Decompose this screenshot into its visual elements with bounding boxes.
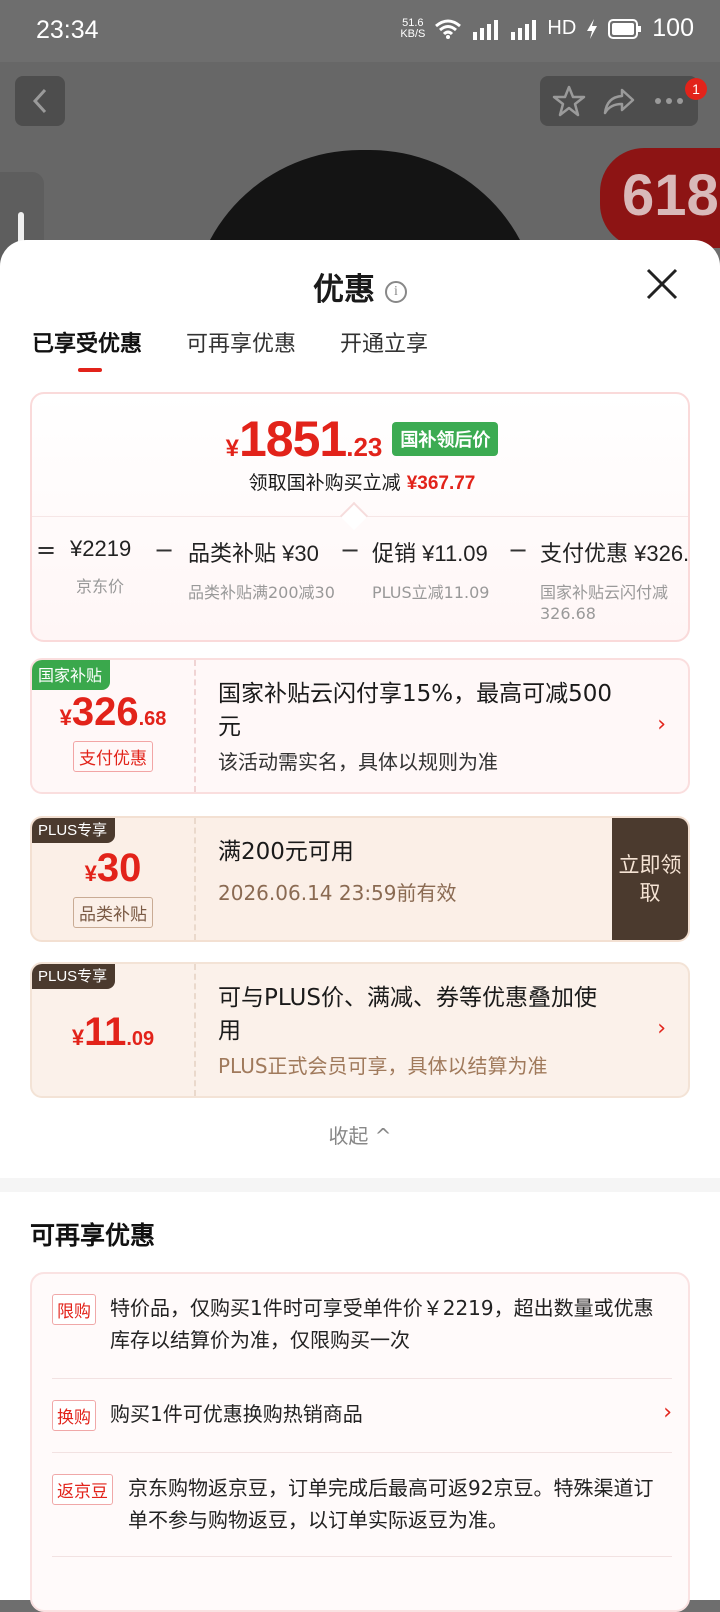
section-divider [0, 1178, 720, 1192]
breakdown-operator: − [340, 536, 361, 564]
jd-beans-tag: 返京豆 [52, 1474, 113, 1505]
coupon-type-tag: 品类补贴 [73, 897, 153, 928]
subsidy-price-tag: 国补领后价 [392, 422, 499, 456]
price-breakdown: = ¥2219 京东价 − 品类补贴 ¥30 品类补贴满200减30 − 促销 … [32, 536, 690, 636]
status-time: 23:34 [36, 16, 99, 44]
coupon-amount: ¥326.68 [59, 690, 167, 734]
divider [52, 1378, 672, 1379]
divider [52, 1556, 672, 1557]
more-icon[interactable] [652, 84, 686, 118]
chevron-right-icon: › [657, 712, 666, 737]
tab-more-offers[interactable]: 可再享优惠 [186, 326, 296, 372]
breakdown-item: 支付优惠 ¥326.68 国家补贴云闪付减326.68 [540, 541, 690, 623]
chevron-right-icon: › [657, 1016, 666, 1041]
promo-618-sticker: 618 [600, 148, 720, 248]
battery-level: 100 [652, 14, 694, 42]
share-icon[interactable] [602, 84, 636, 118]
info-icon[interactable]: i [385, 280, 407, 303]
offers-sheet: 优惠 i 已享受优惠 可再享优惠 开通立享 ¥1851.23 国补领后价 领取国补购… [0, 240, 720, 1612]
tab-activate-offers[interactable]: 开通立享 [340, 326, 428, 372]
plus-exclusive-badge: PLUS专享 [32, 818, 116, 843]
breakdown-item: 品类补贴 ¥30 品类补贴满200减30 [188, 541, 335, 602]
coupon-details: 可与PLUS价、满减、券等优惠叠加使用 PLUS正式会员可享，具体以结算为准 [218, 985, 597, 1078]
coupon-plus-discount[interactable]: ¥11.09 PLUS专享 可与PLUS价、满减、券等优惠叠加使用 PLUS正式… [30, 962, 690, 1098]
coupon-type-tag: 支付优惠 [73, 741, 153, 772]
trade-in-tag: 换购 [52, 1400, 96, 1431]
breakdown-item: 促销 ¥11.09 PLUS立减11.09 [372, 541, 490, 602]
plus-exclusive-badge: PLUS专享 [32, 964, 116, 989]
message-badge: 1 [685, 78, 707, 100]
close-icon[interactable] [644, 266, 680, 302]
coupon-amount: ¥30 [84, 846, 142, 890]
more-offers-title: 可再享优惠 [30, 1221, 156, 1250]
top-actions-bar [540, 76, 698, 126]
coupon-national-subsidy[interactable]: ¥326.68 支付优惠 国家补贴 国家补贴云闪付享15%，最高可减500元 该… [30, 658, 690, 794]
list-item-jd-beans: 返京豆 京东购物返京豆，订单完成后最高可返92京豆。特殊渠道订单不参与购物返豆，… [52, 1472, 672, 1536]
breakdown-operator: − [154, 536, 175, 564]
back-button[interactable] [15, 76, 65, 126]
more-offers-list: 限购 特价品，仅购买1件时可享受单件价￥2219，超出数量或优惠库存以结算价为准… [30, 1272, 690, 1612]
collapse-button[interactable]: 收起 ^ [0, 1120, 720, 1149]
coupon-details: 满200元可用 2026.06.14 23:59前有效 [218, 839, 457, 905]
charging-icon [587, 18, 598, 39]
sheet-title: 优惠 i [0, 264, 720, 309]
list-item-trade-in[interactable]: 换购 购买1件可优惠换购热销商品 › [52, 1398, 672, 1431]
chevron-left-icon [32, 88, 47, 114]
coupon-badge: 国家补贴 [32, 660, 111, 690]
offer-tabs: 已享受优惠 可再享优惠 开通立享 [32, 326, 428, 372]
breakdown-operator: − [508, 536, 529, 564]
wifi-icon [435, 19, 462, 39]
status-bar: 23:34 51.6 KB/S HD 100 [0, 0, 720, 62]
savings-line: 领取国补购买立减 ¥367.77 [248, 472, 476, 494]
network-speed: 51.6 KB/S [400, 16, 426, 40]
coupon-amount: ¥11.09 [71, 1010, 155, 1054]
final-price: ¥1851.23 国补领后价 [32, 410, 688, 468]
hd-indicator: HD [547, 17, 577, 39]
coupon-details: 国家补贴云闪付享15%，最高可减500元 该活动需实名，具体以规则为准 [218, 681, 613, 774]
breakdown-operator: = [36, 536, 57, 564]
chevron-right-icon: › [663, 1400, 672, 1425]
final-price-card: ¥1851.23 国补领后价 领取国补购买立减 ¥367.77 = ¥2219 京… [30, 392, 690, 642]
star-icon[interactable] [552, 84, 586, 118]
list-item-purchase-limit: 限购 特价品，仅购买1件时可享受单件价￥2219，超出数量或优惠库存以结算价为准… [52, 1292, 672, 1356]
divider [52, 1452, 672, 1453]
limit-tag: 限购 [52, 1294, 96, 1325]
coupon-plus-category: ¥30 品类补贴 PLUS专享 满200元可用 2026.06.14 23:59… [30, 816, 690, 942]
claim-coupon-button[interactable]: 立即领取 [612, 818, 688, 940]
pointer-notch [339, 501, 369, 531]
tab-enjoyed-offers[interactable]: 已享受优惠 [32, 326, 142, 372]
signal-icon [473, 19, 499, 40]
battery-icon [608, 18, 642, 39]
signal-icon-2 [511, 19, 537, 40]
